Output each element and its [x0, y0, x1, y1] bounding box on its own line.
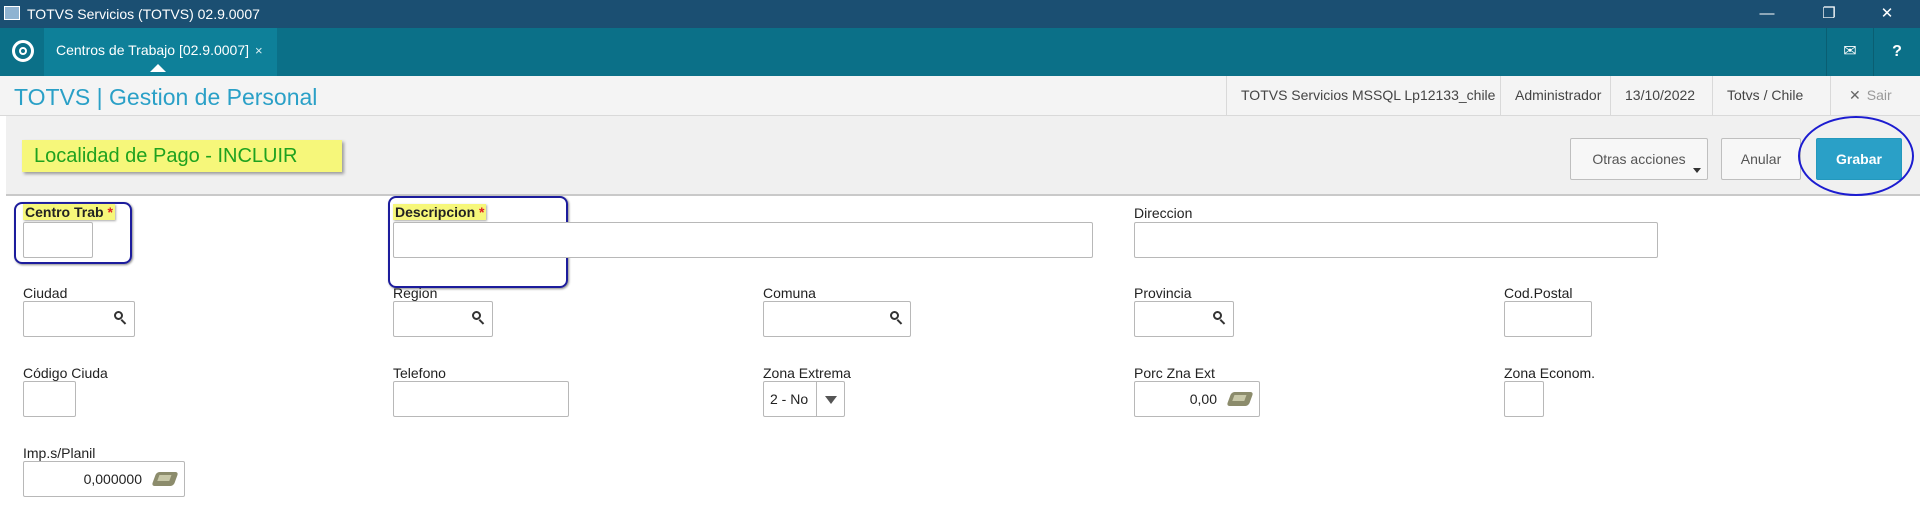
zona-econom-input[interactable] [1504, 381, 1544, 417]
region-input[interactable] [393, 301, 493, 337]
search-icon[interactable] [1213, 311, 1226, 325]
cod-postal-input[interactable] [1504, 301, 1592, 337]
cod-postal-label: Cod.Postal [1504, 285, 1573, 301]
exit-button[interactable]: ✕ Sair [1830, 76, 1910, 115]
chevron-down-icon[interactable] [816, 382, 844, 416]
tab-label: Centros de Trabajo [02.9.0007] [56, 42, 250, 58]
descripcion-label: Descripcion * [393, 204, 487, 220]
active-tab-pointer [150, 64, 166, 72]
direccion-label: Direccion [1134, 205, 1193, 221]
app-title: TOTVS | Gestion de Personal [14, 84, 318, 110]
descripcion-label-text: Descripcion [395, 204, 476, 220]
centro-trab-input[interactable] [23, 222, 93, 258]
required-mark: * [479, 204, 485, 220]
app-header: TOTVS | Gestion de Personal TOTVS Servic… [0, 76, 1920, 116]
search-icon[interactable] [472, 311, 485, 325]
tab-bar: Centros de Trabajo [02.9.0007] × ✉ ? [0, 28, 1920, 76]
centro-trab-label: Centro Trab * [23, 204, 115, 220]
save-annotation-circle [1798, 116, 1914, 196]
totvs-logo-icon[interactable] [12, 40, 34, 62]
other-actions-label: Otras acciones [1592, 151, 1686, 167]
zona-extrema-label: Zona Extrema [763, 365, 851, 381]
calculator-icon[interactable] [1226, 392, 1254, 406]
descripcion-input[interactable] [393, 222, 1093, 258]
company-info: Totvs / Chile [1712, 76, 1817, 115]
user-info: Administrador [1500, 76, 1615, 115]
required-mark: * [107, 204, 113, 220]
window-title: TOTVS Servicios (TOTVS) 02.9.0007 [27, 6, 260, 22]
environment-info: TOTVS Servicios MSSQL Lp12133_chile [1226, 76, 1509, 115]
tab-close-icon[interactable]: × [255, 43, 263, 58]
help-icon[interactable]: ? [1873, 28, 1920, 76]
window-titlebar: TOTVS Servicios (TOTVS) 02.9.0007 — ❐ ✕ [0, 0, 1920, 28]
app-window-icon [4, 6, 20, 20]
zona-extrema-select[interactable]: 2 - No [763, 381, 845, 417]
date-info: 13/10/2022 [1610, 76, 1709, 115]
comuna-input[interactable] [763, 301, 911, 337]
imp-planil-value: 0,000000 [83, 471, 142, 487]
restore-button[interactable]: ❐ [1804, 0, 1854, 28]
other-actions-button[interactable]: Otras acciones [1570, 138, 1708, 180]
region-label: Region [393, 285, 438, 301]
form-title: Localidad de Pago - INCLUIR [22, 140, 342, 172]
minimize-button[interactable]: — [1742, 0, 1792, 28]
search-icon[interactable] [890, 311, 903, 325]
mail-icon[interactable]: ✉ [1826, 28, 1873, 76]
zona-extrema-value: 2 - No [770, 391, 809, 407]
imp-planil-label: Imp.s/Planil [23, 445, 96, 461]
telefono-input[interactable] [393, 381, 569, 417]
direccion-input[interactable] [1134, 222, 1658, 258]
calculator-icon[interactable] [151, 472, 179, 486]
comuna-label: Comuna [763, 285, 816, 301]
codigo-ciuda-input[interactable] [23, 381, 76, 417]
codigo-ciuda-label: Código Ciuda [23, 365, 108, 381]
porc-zna-ext-value: 0,00 [1189, 391, 1217, 407]
porc-zna-ext-label: Porc Zna Ext [1134, 365, 1215, 381]
zona-econom-label: Zona Econom. [1504, 365, 1596, 381]
imp-planil-input[interactable]: 0,000000 [23, 461, 185, 497]
ciudad-label: Ciudad [23, 285, 68, 301]
centro-trab-label-text: Centro Trab [25, 204, 104, 220]
exit-icon: ✕ [1849, 87, 1861, 103]
provincia-label: Provincia [1134, 285, 1192, 301]
provincia-input[interactable] [1134, 301, 1234, 337]
porc-zna-ext-input[interactable]: 0,00 [1134, 381, 1260, 417]
exit-label: Sair [1866, 87, 1892, 103]
ciudad-input[interactable] [23, 301, 135, 337]
telefono-label: Telefono [393, 365, 446, 381]
chevron-down-icon [1693, 168, 1701, 173]
search-icon[interactable] [114, 311, 127, 325]
close-window-button[interactable]: ✕ [1862, 0, 1912, 28]
cancel-button[interactable]: Anular [1721, 138, 1801, 180]
